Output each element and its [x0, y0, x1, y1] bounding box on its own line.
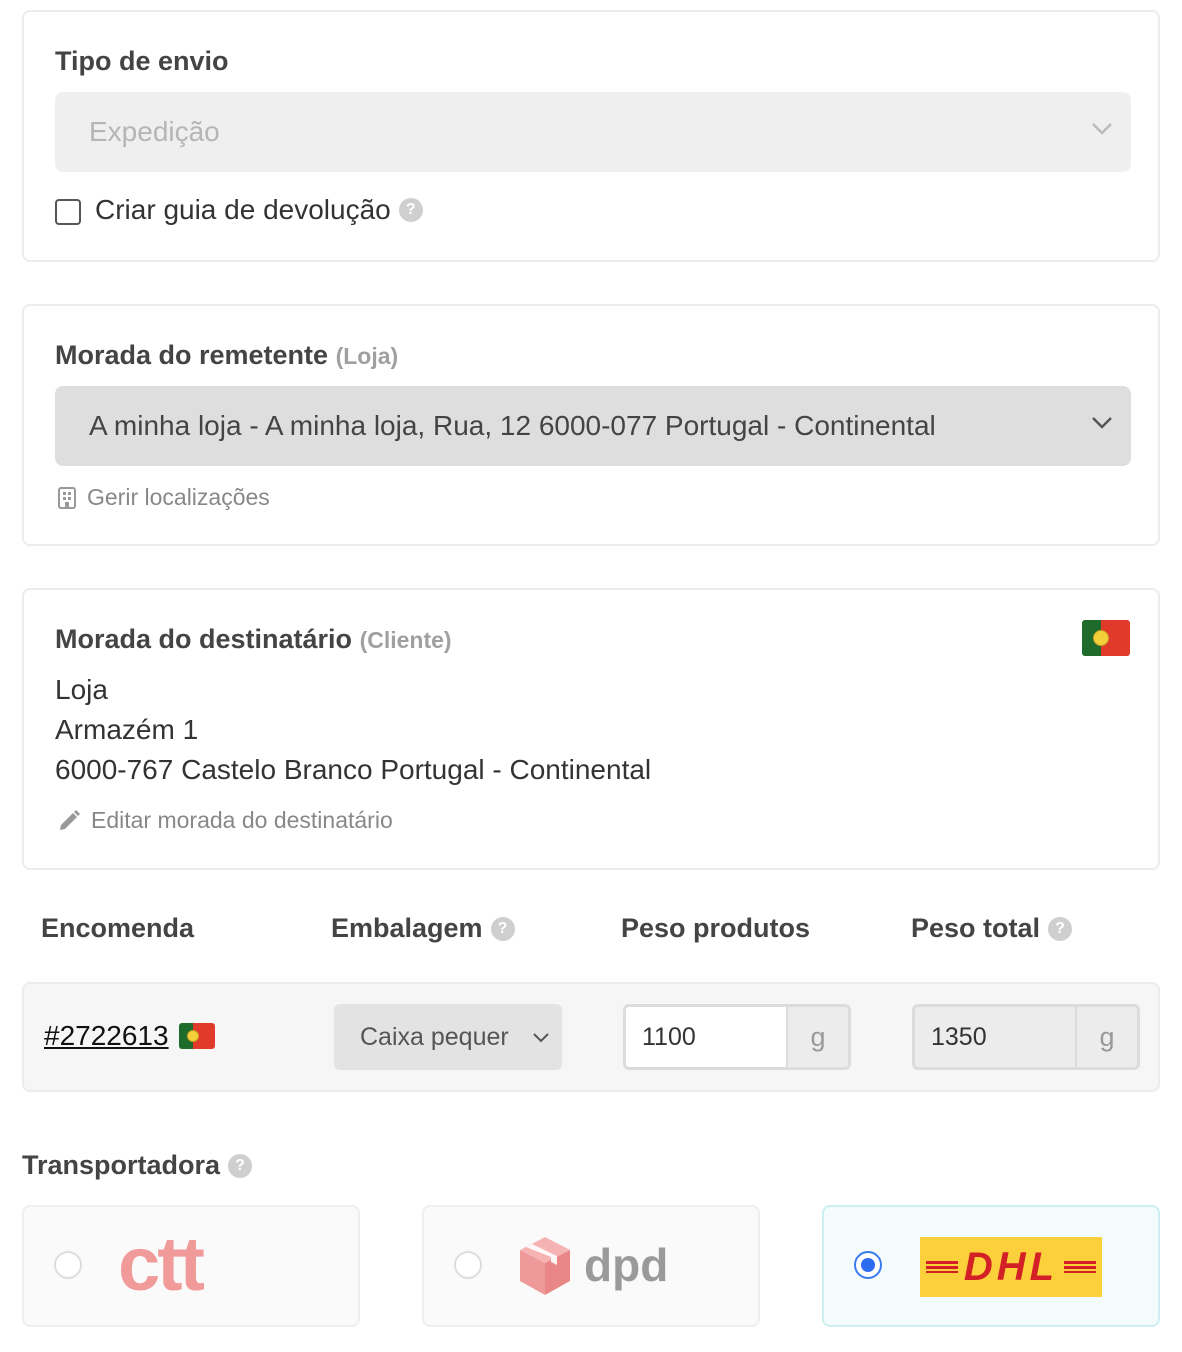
question-icon[interactable]: ? — [228, 1153, 253, 1178]
packaging-value: Caixa pequer — [360, 1022, 509, 1051]
column-order-label: Encomenda — [41, 913, 195, 943]
dpd-cube-icon — [520, 1237, 570, 1295]
building-icon — [58, 486, 76, 509]
question-icon[interactable]: ? — [1048, 916, 1073, 941]
dhl-logo: DHL — [920, 1237, 1102, 1297]
sender-card: Morada do remetente (Loja) A minha loja … — [22, 304, 1160, 546]
carrier-option-dpd[interactable]: dpd — [422, 1205, 760, 1327]
return-label-checkbox[interactable] — [55, 199, 81, 225]
question-icon[interactable]: ? — [490, 916, 515, 941]
sender-subtitle: (Loja) — [335, 343, 399, 369]
column-packaging: Embalagem ? — [331, 913, 515, 944]
pencil-icon — [60, 809, 80, 830]
product-weight-input[interactable]: 1100 g — [623, 1004, 851, 1070]
chevron-down-icon — [533, 1033, 549, 1043]
recipient-line-3: 6000-767 Castelo Branco Portugal - Conti… — [55, 754, 652, 785]
carrier-radio-dhl[interactable] — [854, 1251, 882, 1279]
sender-title-text: Morada do remetente — [55, 340, 329, 370]
column-total-weight-label: Peso total — [911, 913, 1041, 943]
column-product-weight-label: Peso produtos — [621, 913, 811, 943]
total-weight-value: 1350 — [931, 1022, 987, 1051]
chevron-down-icon — [1092, 123, 1112, 135]
sender-title: Morada do remetente (Loja) — [55, 340, 398, 371]
carrier-option-dhl[interactable]: DHL — [822, 1205, 1160, 1327]
order-id[interactable]: #2722613 — [44, 1020, 169, 1052]
total-weight-unit: g — [1075, 1007, 1137, 1067]
chevron-down-icon — [1092, 417, 1112, 429]
recipient-card: Morada do destinatário (Cliente) Loja Ar… — [22, 588, 1160, 870]
shipment-type-card: Tipo de envio Expedição Criar guia de de… — [22, 10, 1160, 262]
recipient-title-text: Morada do destinatário — [55, 624, 353, 654]
dhl-logo-wordmark: DHL — [920, 1245, 1102, 1289]
edit-recipient-link[interactable]: Editar morada do destinatário — [57, 807, 393, 834]
carrier-title-text: Transportadora — [22, 1150, 221, 1180]
sender-address-value: A minha loja - A minha loja, Rua, 12 600… — [89, 410, 936, 441]
carrier-title: Transportadora ? — [22, 1150, 253, 1181]
column-product-weight: Peso produtos — [621, 913, 810, 944]
product-weight-value[interactable]: 1100 — [626, 1007, 786, 1067]
dpd-logo: dpd — [584, 1237, 668, 1293]
recipient-line-1: Loja — [55, 674, 108, 705]
order-link[interactable]: #2722613 — [44, 1020, 215, 1052]
edit-recipient-text: Editar morada do destinatário — [91, 807, 393, 833]
shipment-type-select[interactable]: Expedição — [55, 92, 1131, 172]
shipment-type-value: Expedição — [89, 116, 220, 147]
manage-locations-text: Gerir localizações — [87, 484, 270, 510]
carrier-option-ctt[interactable]: ctt — [22, 1205, 360, 1327]
portugal-flag-icon — [178, 1023, 215, 1049]
packaging-select[interactable]: Caixa pequer — [334, 1004, 562, 1070]
ctt-logo: ctt — [118, 1222, 205, 1307]
carrier-radio-ctt[interactable] — [54, 1251, 82, 1279]
sender-address-select[interactable]: A minha loja - A minha loja, Rua, 12 600… — [55, 386, 1131, 466]
product-weight-unit: g — [786, 1007, 848, 1067]
recipient-title: Morada do destinatário (Cliente) — [55, 624, 452, 655]
order-row: #2722613 Caixa pequer 1100 g 1350 g — [22, 982, 1160, 1092]
recipient-subtitle: (Cliente) — [359, 627, 452, 653]
column-packaging-label: Embalagem — [331, 913, 483, 943]
dpd-logo-text: dpd — [584, 1239, 669, 1291]
total-weight-input: 1350 g — [912, 1004, 1140, 1070]
recipient-line-2: Armazém 1 — [55, 714, 199, 745]
portugal-flag-icon — [1082, 620, 1130, 656]
manage-locations-link[interactable]: Gerir localizações — [57, 484, 270, 511]
carrier-radio-dpd[interactable] — [454, 1251, 482, 1279]
column-total-weight: Peso total ? — [911, 913, 1073, 944]
return-label-text: Criar guia de devolução — [95, 194, 391, 225]
return-label-label: Criar guia de devolução ? — [95, 194, 423, 226]
dhl-logo-text: DHL — [957, 1245, 1065, 1289]
ctt-logo-text: ctt — [118, 1222, 205, 1307]
column-order: Encomenda — [41, 913, 194, 944]
question-icon[interactable]: ? — [398, 198, 423, 222]
shipment-type-title: Tipo de envio — [55, 46, 229, 76]
